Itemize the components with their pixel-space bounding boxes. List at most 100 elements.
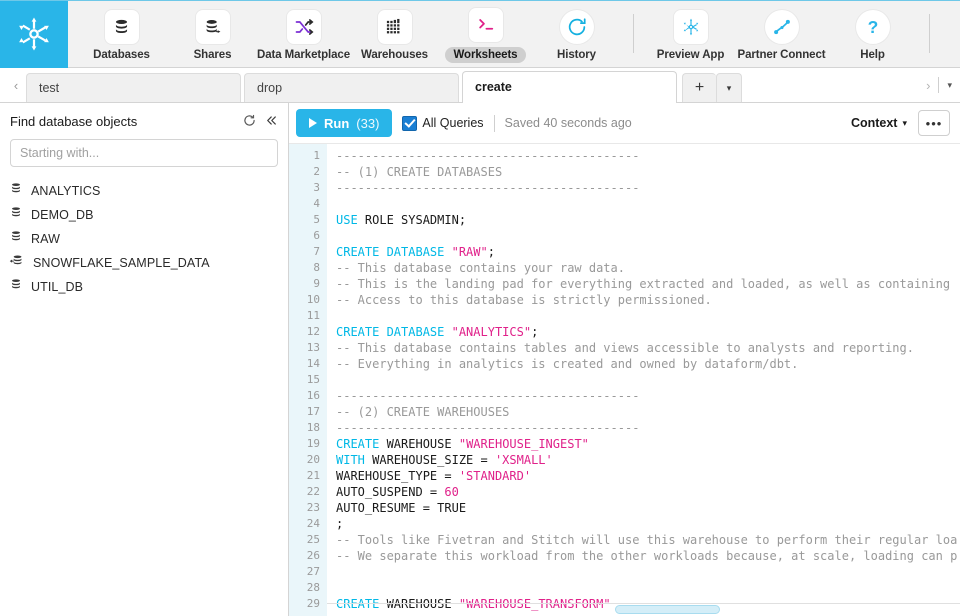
line-number: 24	[306, 517, 320, 530]
main-body: Find database objects Starting with... A…	[0, 103, 960, 616]
database-item-analytics[interactable]: ANALYTICS	[0, 179, 288, 203]
nav-item-warehouses[interactable]: Warehouses	[349, 0, 440, 67]
nav-item-databases[interactable]: Databases	[76, 0, 167, 67]
code-line: ----------------------------------------…	[336, 180, 960, 196]
nav-label-history: History	[557, 49, 596, 61]
tabs-scroll-left-icon[interactable]: ‹	[6, 68, 26, 102]
code-token: ;	[487, 245, 495, 259]
database-item-demo-db[interactable]: DEMO_DB	[0, 203, 288, 227]
code-line: ----------------------------------------…	[336, 420, 960, 436]
snowflake-logo[interactable]	[0, 0, 68, 68]
code-token: -- This database contains your raw data.	[336, 261, 625, 275]
nav-item-shares[interactable]: Shares	[167, 0, 258, 67]
top-navigation-bar: Databases Shares Data Marketplace Wareho…	[0, 0, 960, 68]
line-number: 10	[306, 293, 320, 306]
horizontal-scrollbar[interactable]	[327, 603, 960, 616]
warehouses-icon	[377, 10, 412, 44]
code-line: USE ROLE SYSADMIN;	[336, 212, 960, 228]
nav-item-data-marketplace[interactable]: Data Marketplace	[257, 0, 350, 67]
nav-item-help[interactable]: ? Help	[827, 0, 918, 67]
line-number: 20	[306, 453, 320, 466]
saved-status: Saved 40 seconds ago	[504, 116, 632, 130]
line-number: 12	[306, 325, 320, 338]
partner-connect-icon	[764, 10, 799, 44]
line-number: 13	[306, 341, 320, 354]
nav-label-shares: Shares	[193, 49, 232, 61]
worksheets-icon	[468, 8, 503, 42]
worksheet-tab-test[interactable]: test	[26, 73, 241, 102]
run-button[interactable]: Run (33)	[296, 109, 393, 137]
worksheet-tab-drop[interactable]: drop	[244, 73, 459, 102]
tabs-overflow-menu-icon[interactable]: ▾	[947, 80, 952, 91]
query-toolbar: Run (33) All Queries Saved 40 seconds ag…	[289, 103, 960, 143]
shares-icon	[195, 10, 230, 44]
run-button-label: Run	[324, 115, 350, 131]
line-number: 11	[306, 309, 320, 322]
line-number: 18	[306, 421, 320, 434]
code-token: 60	[444, 485, 459, 499]
more-options-button[interactable]: •••	[918, 110, 950, 136]
search-input[interactable]	[10, 139, 278, 167]
code-token: USE	[336, 213, 358, 227]
all-queries-checkbox[interactable]: All Queries	[402, 115, 484, 131]
run-button-count: (33)	[356, 115, 380, 131]
code-token: -- Everything in analytics is created an…	[336, 357, 799, 371]
horizontal-scrollbar-thumb[interactable]	[615, 605, 720, 614]
database-item-snowflake-sample-data[interactable]: SNOWFLAKE_SAMPLE_DATA	[0, 251, 288, 275]
new-worksheet-dropdown-icon[interactable]: ▾	[716, 73, 742, 102]
context-label: Context	[850, 116, 898, 130]
code-line: CREATE DATABASE "ANALYTICS";	[336, 324, 960, 340]
refresh-icon[interactable]	[243, 114, 256, 129]
nav-item-partner-connect[interactable]: Partner Connect	[736, 0, 827, 67]
worksheet-tab-label: test	[39, 81, 60, 95]
database-objects-sidebar: Find database objects Starting with... A…	[0, 103, 289, 616]
database-icon	[9, 206, 23, 225]
line-number: 4	[313, 197, 320, 210]
code-token: -- Tools like Fivetran and Stitch will u…	[336, 533, 958, 547]
code-token: WAREHOUSE_SIZE =	[364, 453, 495, 467]
code-line: ----------------------------------------…	[336, 148, 960, 164]
code-token: -- (1) CREATE DATABASES	[336, 165, 503, 179]
code-token: CREATE DATABASE	[336, 325, 445, 339]
play-icon	[309, 118, 317, 128]
code-line: -- This is the landing pad for everythin…	[336, 276, 960, 292]
context-dropdown[interactable]: Context ▾	[851, 116, 907, 130]
code-line: -- Everything in analytics is created an…	[336, 356, 960, 372]
line-number: 29	[306, 597, 320, 610]
code-token: ;	[336, 517, 344, 531]
nav-item-worksheets[interactable]: Worksheets	[440, 0, 531, 67]
sidebar-search-wrap	[0, 135, 288, 177]
sql-editor[interactable]: 1 2 3 4 5 6 7 8 9 10 11 12 13 14 15 16 17 18 19 20 21 22 23 24 2…	[289, 143, 960, 616]
worksheet-tab-create[interactable]: create	[462, 71, 677, 103]
nav-items: Databases Shares Data Marketplace Wareho…	[68, 0, 960, 67]
nav-item-preview-app[interactable]: Preview App	[645, 0, 736, 67]
databases-icon	[104, 10, 139, 44]
nav-label-data-marketplace: Data Marketplace	[257, 49, 350, 61]
database-item-util-db[interactable]: UTIL_DB	[0, 275, 288, 299]
collapse-icon[interactable]	[265, 114, 278, 129]
checkbox-checked-icon	[402, 115, 418, 131]
database-item-raw[interactable]: RAW	[0, 227, 288, 251]
database-icon	[9, 278, 23, 297]
nav-label-databases: Databases	[93, 49, 150, 61]
code-line: -- This database contains your raw data.	[336, 260, 960, 276]
line-number: 6	[313, 229, 320, 242]
new-worksheet-button[interactable]: +	[682, 73, 716, 102]
code-token: -- This database contains tables and vie…	[336, 341, 914, 355]
line-number: 21	[306, 469, 320, 482]
database-name: SNOWFLAKE_SAMPLE_DATA	[33, 256, 210, 270]
code-token: -- This is the landing pad for everythin…	[336, 277, 951, 291]
nav-item-history[interactable]: History	[531, 0, 622, 67]
line-number: 22	[306, 485, 320, 498]
line-number: 8	[313, 261, 320, 274]
tabs-scroll-right-icon[interactable]: ›	[926, 78, 930, 93]
database-icon	[9, 182, 23, 201]
sql-code-area[interactable]: ----------------------------------------…	[327, 144, 960, 616]
nav-label-worksheets: Worksheets	[444, 47, 527, 63]
svg-text:?: ?	[867, 17, 878, 37]
